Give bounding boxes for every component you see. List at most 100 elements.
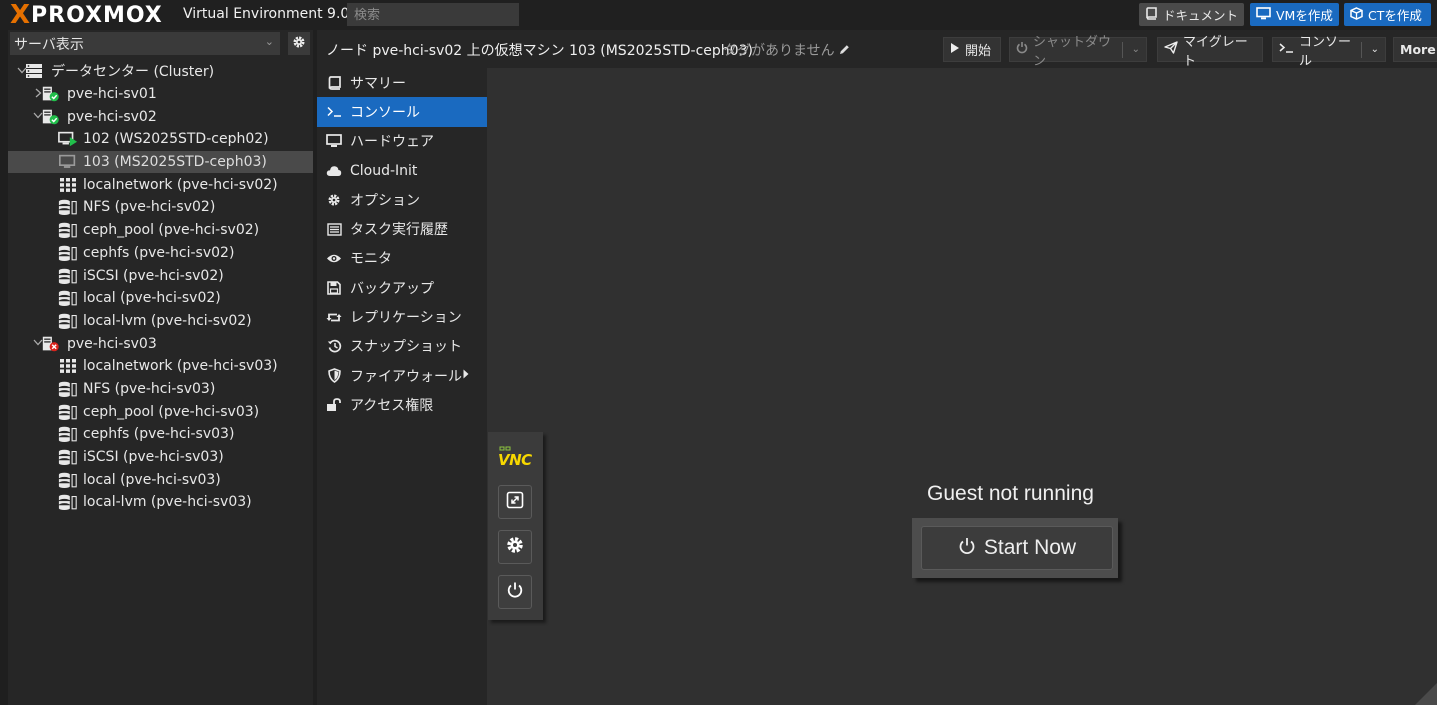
nav-item[interactable]: アクセス権限 xyxy=(317,390,487,419)
chevron-down-icon[interactable]: ⌄ xyxy=(1132,44,1140,55)
tree-item[interactable]: local (pve-hci-sv02) xyxy=(8,287,313,310)
gear-icon xyxy=(505,535,525,559)
tree-item[interactable]: NFS (pve-hci-sv02) xyxy=(8,196,313,219)
nav-item[interactable]: Cloud-Init xyxy=(317,156,487,185)
tags-label[interactable]: タグがありません xyxy=(723,40,850,60)
tree-item-label: local-lvm (pve-hci-sv03) xyxy=(83,494,252,511)
create-ct-label: CTを作成 xyxy=(1368,8,1422,23)
shield-icon xyxy=(326,368,342,384)
nav-item[interactable]: タスク実行履歴 xyxy=(317,214,487,243)
tree-item-label: cephfs (pve-hci-sv02) xyxy=(83,244,235,261)
shutdown-button[interactable]: シャットダウン ⌄ xyxy=(1009,35,1147,69)
tree-item[interactable]: 103 (MS2025STD-ceph03) xyxy=(8,150,313,174)
tree-item-label: local (pve-hci-sv03) xyxy=(83,471,221,488)
list-icon xyxy=(326,222,342,236)
tree-item[interactable]: 102 (WS2025STD-ceph02) xyxy=(8,128,313,151)
view-selector[interactable]: サーバ表示 ⌄ xyxy=(10,32,280,55)
tree-item[interactable]: NFS (pve-hci-sv03) xyxy=(8,378,313,401)
tree-item[interactable]: localnetwork (pve-hci-sv02) xyxy=(8,173,313,196)
nav-item-label: ハードウェア xyxy=(350,134,434,151)
tree-item-label: NFS (pve-hci-sv02) xyxy=(83,199,216,216)
vnc-settings-button[interactable] xyxy=(498,530,532,564)
vm-running-icon xyxy=(58,130,78,148)
tree-item[interactable]: localnetwork (pve-hci-sv03) xyxy=(8,355,313,378)
tree-item[interactable]: local-lvm (pve-hci-sv03) xyxy=(8,491,313,514)
divider xyxy=(1360,41,1362,58)
guest-status-text: Guest not running xyxy=(927,482,1094,505)
migrate-label: マイグレート xyxy=(1183,34,1248,69)
create-ct-button[interactable]: CTを作成 xyxy=(1344,3,1431,26)
tree-item-label: localnetwork (pve-hci-sv02) xyxy=(83,176,278,193)
create-vm-button[interactable]: VMを作成 xyxy=(1250,3,1339,26)
tree-item[interactable]: iSCSI (pve-hci-sv03) xyxy=(8,446,313,469)
monitor-icon xyxy=(326,134,342,148)
tree-item-label: iSCSI (pve-hci-sv02) xyxy=(83,267,224,284)
storage-icon xyxy=(58,425,78,443)
nav-item[interactable]: オプション xyxy=(317,185,487,214)
storage-icon xyxy=(58,448,78,466)
tree-item[interactable]: local (pve-hci-sv03) xyxy=(8,468,313,491)
nav-item[interactable]: サマリー xyxy=(317,68,487,97)
unlock-icon xyxy=(326,398,342,412)
terminal-icon xyxy=(1279,42,1294,57)
nav-item-label: サマリー xyxy=(350,75,406,92)
nav-item[interactable]: スナップショット xyxy=(317,332,487,361)
tree-item[interactable]: iSCSI (pve-hci-sv02) xyxy=(8,264,313,287)
tags-text: タグがありません xyxy=(723,43,835,59)
view-selector-value: サーバ表示 xyxy=(14,37,84,53)
tree-item[interactable]: cephfs (pve-hci-sv03) xyxy=(8,423,313,446)
tree-item[interactable]: pve-hci-sv02 xyxy=(8,105,313,128)
storage-icon xyxy=(58,403,78,421)
console-area[interactable] xyxy=(487,68,1437,705)
start-now-button[interactable]: Start Now xyxy=(921,526,1113,570)
nav-item[interactable]: ハードウェア xyxy=(317,127,487,156)
migrate-button[interactable]: マイグレート xyxy=(1157,35,1263,69)
storage-icon xyxy=(58,198,78,216)
book-icon xyxy=(1145,6,1158,23)
content-header: ノード pve-hci-sv02 上の仮想マシン 103 (MS2025STD-… xyxy=(317,30,1437,69)
tree-item-label: ceph_pool (pve-hci-sv02) xyxy=(83,222,260,239)
nav-item-label: アクセス権限 xyxy=(350,397,434,414)
tree-item-label: ceph_pool (pve-hci-sv03) xyxy=(83,403,260,420)
chevron-down-icon[interactable]: ⌄ xyxy=(1371,44,1379,55)
tree-item[interactable]: pve-hci-sv01 xyxy=(8,83,313,106)
more-label: More xyxy=(1400,42,1436,57)
tree-item-label: pve-hci-sv02 xyxy=(67,108,157,125)
tree-settings-button[interactable] xyxy=(288,32,310,55)
vnc-power-button[interactable] xyxy=(498,575,532,609)
vm-nav-menu: サマリーコンソールハードウェア Cloud-Init オプションタスク実行履歴モニタ… xyxy=(317,68,487,705)
nav-item-label: タスク実行履歴 xyxy=(350,222,448,239)
console-button[interactable]: コンソール ⌄ xyxy=(1272,35,1386,69)
tree-item[interactable]: pve-hci-sv03 xyxy=(8,332,313,355)
resize-handle[interactable] xyxy=(1415,683,1437,705)
summary-icon xyxy=(326,75,342,90)
pencil-icon[interactable] xyxy=(839,43,850,59)
retweet-icon xyxy=(326,311,342,324)
documentation-button[interactable]: ドキュメント xyxy=(1139,3,1244,26)
search-input[interactable] xyxy=(347,3,519,26)
start-button[interactable]: 開始 xyxy=(943,37,1001,62)
proxmox-logo[interactable]: X PROXMOX xyxy=(10,2,163,28)
nav-item[interactable]: コンソール xyxy=(317,97,487,127)
tree-item[interactable]: local-lvm (pve-hci-sv02) xyxy=(8,310,313,333)
create-vm-label: VMを作成 xyxy=(1276,8,1333,23)
nav-item[interactable]: レプリケーション xyxy=(317,302,487,331)
shutdown-label: シャットダウン xyxy=(1033,34,1112,69)
fullscreen-button[interactable] xyxy=(498,485,532,519)
more-button[interactable]: More xyxy=(1393,37,1437,62)
tree-item[interactable]: データセンター (Cluster) xyxy=(8,60,313,83)
tree-item-label: pve-hci-sv03 xyxy=(67,335,157,352)
nav-item[interactable]: バックアップ xyxy=(317,273,487,302)
chevron-down-icon: ⌄ xyxy=(264,35,274,48)
tree-item[interactable]: ceph_pool (pve-hci-sv02) xyxy=(8,219,313,242)
nav-item[interactable]: ファイアウォール xyxy=(317,361,487,390)
tree-item[interactable]: cephfs (pve-hci-sv02) xyxy=(8,242,313,265)
storage-icon xyxy=(58,380,78,398)
nav-item[interactable]: モニタ xyxy=(317,244,487,273)
power-icon xyxy=(506,581,524,603)
tree-item[interactable]: ceph_pool (pve-hci-sv03) xyxy=(8,400,313,423)
storage-icon xyxy=(58,493,78,511)
tree-item-label: 102 (WS2025STD-ceph02) xyxy=(83,131,269,148)
tree-item-label: cephfs (pve-hci-sv03) xyxy=(83,426,235,443)
tree-item-label: 103 (MS2025STD-ceph03) xyxy=(83,154,267,171)
